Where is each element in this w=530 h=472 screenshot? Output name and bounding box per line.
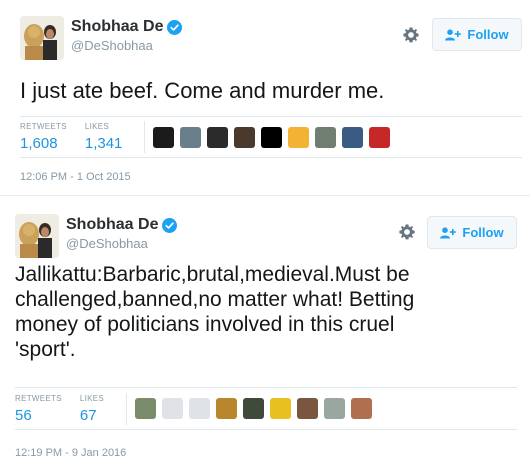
tweet-text-line: money of politicians involved in this cr… <box>15 313 395 336</box>
verified-badge-icon <box>162 217 178 233</box>
author-name[interactable]: Shobhaa De <box>71 18 183 36</box>
liker-avatars <box>135 398 373 419</box>
liker-avatar[interactable] <box>216 398 238 419</box>
liker-avatar[interactable] <box>135 398 157 419</box>
liker-avatar[interactable] <box>234 126 256 148</box>
author-name[interactable]: Shobhaa De <box>66 216 178 234</box>
liker-avatar[interactable] <box>288 126 310 148</box>
liker-avatar[interactable] <box>180 126 202 148</box>
gear-icon[interactable] <box>402 26 420 44</box>
retweets-stat[interactable]: RETWEETS 56 <box>15 394 80 424</box>
likes-count[interactable]: 67 <box>80 407 104 424</box>
author-block[interactable]: Shobhaa De @DeShobhaa <box>66 216 178 251</box>
retweets-label: RETWEETS <box>20 122 67 131</box>
tweet-1: Shobhaa De @DeShobhaa Follow I just ate … <box>0 0 530 200</box>
likes-count[interactable]: 1,341 <box>85 135 123 152</box>
follow-label: Follow <box>467 27 509 42</box>
gear-icon[interactable] <box>398 223 416 241</box>
tweet-text: I just ate beef. Come and murder me. <box>20 78 385 103</box>
tweet-text-line: challenged,banned,no matter what! Bettin… <box>15 288 415 311</box>
author-handle[interactable]: @DeShobhaa <box>71 38 182 53</box>
retweets-stat[interactable]: RETWEETS 1,608 <box>20 122 85 152</box>
tweet-stats: RETWEETS 56 LIKES 67 <box>15 387 517 430</box>
tweet-stats: RETWEETS 1,608 LIKES 1,341 <box>20 116 522 158</box>
likes-label: LIKES <box>79 393 105 403</box>
add-user-icon <box>440 226 457 238</box>
stats-divider <box>144 121 146 153</box>
likes-stat[interactable]: LIKES 1,341 <box>85 122 141 152</box>
liker-avatar[interactable] <box>342 126 364 148</box>
likes-label: LIKES <box>84 122 110 131</box>
liker-avatar[interactable] <box>297 398 319 419</box>
liker-avatar[interactable] <box>207 126 229 148</box>
liker-avatar[interactable] <box>243 398 265 419</box>
liker-avatar[interactable] <box>351 398 373 419</box>
liker-avatar[interactable] <box>162 398 184 419</box>
liker-avatars <box>153 126 391 148</box>
display-name-text[interactable]: Shobhaa De <box>71 18 163 36</box>
likes-stat[interactable]: LIKES 67 <box>80 394 122 424</box>
retweets-count[interactable]: 1,608 <box>20 135 67 152</box>
tweet-text-line: Jallikattu:Barbaric,brutal,medieval.Must… <box>15 263 410 286</box>
avatar[interactable] <box>15 214 59 258</box>
liker-avatar[interactable] <box>153 126 175 148</box>
verified-badge-icon <box>167 19 183 35</box>
author-handle[interactable]: @DeShobhaa <box>66 236 177 251</box>
tweet-2: Shobhaa De @DeShobhaa Follow Jallikattu:… <box>0 204 530 472</box>
liker-avatar[interactable] <box>189 398 211 419</box>
follow-button[interactable]: Follow <box>432 18 522 51</box>
liker-avatar[interactable] <box>324 398 346 419</box>
author-block[interactable]: Shobhaa De @DeShobhaa <box>71 18 183 53</box>
follow-button[interactable]: Follow <box>427 216 517 249</box>
add-user-icon <box>445 28 462 40</box>
display-name-text[interactable]: Shobhaa De <box>66 216 158 234</box>
liker-avatar[interactable] <box>369 126 391 148</box>
follow-label: Follow <box>462 225 504 240</box>
stats-divider <box>126 392 128 425</box>
tweet-text-line: 'sport'. <box>15 338 76 361</box>
tweet-separator <box>0 195 530 196</box>
retweets-label: RETWEETS <box>15 393 62 403</box>
retweets-count[interactable]: 56 <box>15 407 62 424</box>
liker-avatar[interactable] <box>315 126 337 148</box>
tweet-text: Jallikattu:Barbaric,brutal,medieval.Must… <box>15 262 520 362</box>
liker-avatar[interactable] <box>261 126 283 148</box>
avatar[interactable] <box>20 16 64 60</box>
liker-avatar[interactable] <box>270 398 292 419</box>
tweet-timestamp[interactable]: 12:19 PM - 9 Jan 2016 <box>15 447 126 459</box>
tweet-timestamp[interactable]: 12:06 PM - 1 Oct 2015 <box>20 171 131 183</box>
